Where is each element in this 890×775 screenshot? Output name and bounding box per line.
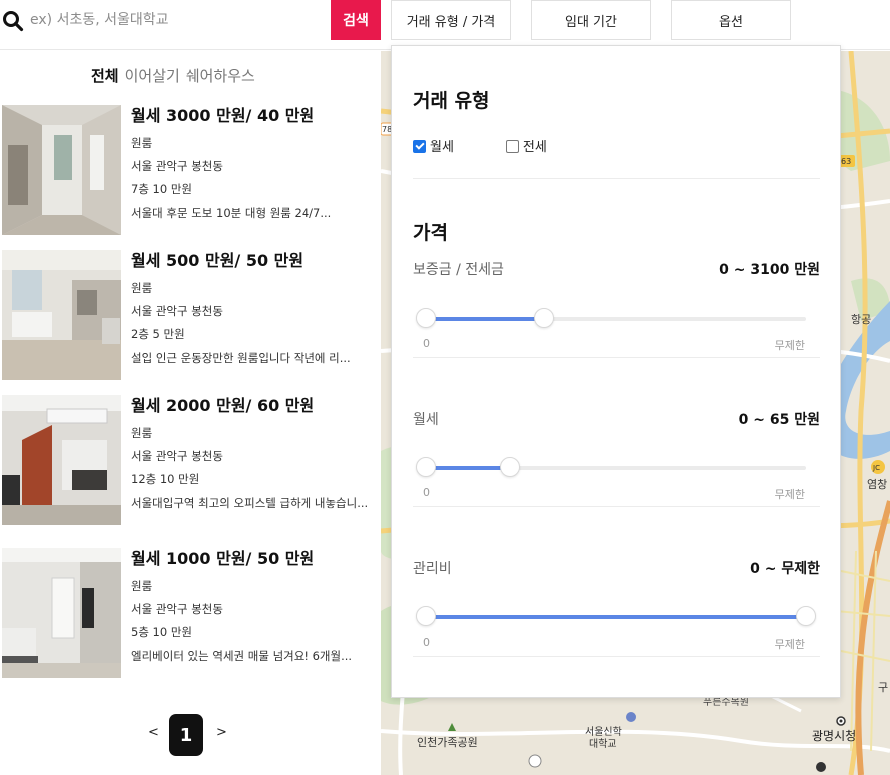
maintenance-value: 0 ~ 무제한	[750, 561, 820, 577]
jeonse-checkbox[interactable]	[505, 140, 519, 153]
search-icon[interactable]	[2, 10, 24, 32]
listing-price: 월세 1000 만원/ 50 만원	[131, 549, 315, 568]
maintenance-slider[interactable]	[416, 606, 816, 628]
map-label-park: 인천가족공원	[417, 735, 478, 749]
listing-tabs: 전체 이어살기 쉐어하우스	[91, 65, 255, 86]
listing-info: 월세 3000 만원/ 40 만원 원룸 서울 관악구 봉천동 7층 10 만원…	[131, 105, 376, 222]
pagination: < 1 >	[0, 713, 380, 757]
listing-address: 서울 관악구 봉천동	[131, 159, 223, 173]
listing-room-type: 원룸	[131, 281, 153, 295]
rent-min-handle[interactable]	[416, 457, 436, 477]
listing-photo[interactable]	[2, 548, 121, 678]
monthly-rent-label[interactable]: 월세	[430, 136, 454, 155]
deal-type-options: 월세 전세	[413, 136, 547, 155]
listing-address: 서울 관악구 봉천동	[131, 304, 223, 318]
search-input[interactable]	[30, 6, 320, 34]
rent-value: 0 ~ 65 만원	[738, 412, 820, 428]
maintenance-min-handle[interactable]	[416, 606, 436, 626]
monthly-rent-checkbox[interactable]	[413, 140, 426, 153]
listing-description: 설입 인근 운동장만한 원룸입니다 작년에 리...	[131, 351, 351, 365]
deposit-min-label: 0	[423, 337, 430, 350]
rent-max-label: 무제한	[774, 488, 805, 501]
listing-description: 서울대입구역 최고의 오피스텔 급하게 내놓습니...	[131, 496, 369, 510]
lease-period-filter-button[interactable]: 임대 기간	[531, 0, 651, 40]
map-label-yeomchang: 염창	[867, 478, 887, 491]
rent-row: 월세 0 ~ 65 만원	[413, 409, 820, 429]
listing-floor-fee: 2층 5 만원	[131, 327, 185, 341]
top-bar: 검색 거래 유형 / 가격 임대 기간 옵션	[0, 0, 890, 50]
maintenance-label: 관리비	[413, 561, 452, 577]
tab-all[interactable]: 전체	[91, 65, 119, 86]
rent-slider-fill	[426, 466, 510, 470]
tab-sharehouse[interactable]: 쉐어하우스	[186, 65, 255, 86]
price-heading: 가격	[413, 222, 448, 244]
deposit-row: 보증금 / 전세금 0 ~ 3100 만원	[413, 259, 820, 279]
listing-card[interactable]: 월세 1000 만원/ 50 만원 원룸 서울 관악구 봉천동 5층 10 만원…	[0, 548, 380, 680]
divider	[413, 357, 820, 358]
deal-type-price-dropdown: 거래 유형 월세 전세 가격 보증금 / 전세금 0 ~ 3100 만원 0 무…	[391, 45, 841, 698]
listing-description: 서울대 후문 도보 10분 대형 원룸 24/7...	[131, 206, 332, 220]
maintenance-row: 관리비 0 ~ 무제한	[413, 558, 820, 578]
divider	[413, 178, 820, 179]
rent-label: 월세	[413, 412, 439, 428]
divider	[413, 656, 820, 657]
divider	[413, 506, 820, 507]
listing-price: 월세 3000 만원/ 40 만원	[131, 106, 315, 125]
listing-floor-fee: 5층 10 만원	[131, 625, 193, 639]
listing-panel: 전체 이어살기 쉐어하우스 월세 3000 만원/ 40 만원 원룸 서울 관악…	[0, 51, 380, 775]
listing-card[interactable]: 월세 500 만원/ 50 만원 원룸 서울 관악구 봉천동 2층 5 만원 설…	[0, 250, 380, 382]
listing-info: 월세 500 만원/ 50 만원 원룸 서울 관악구 봉천동 2층 5 만원 설…	[131, 250, 376, 367]
deposit-slider-fill	[426, 317, 544, 321]
listing-card[interactable]: 월세 2000 만원/ 60 만원 원룸 서울 관악구 봉천동 12층 10 만…	[0, 395, 380, 527]
deal-type-heading: 거래 유형	[413, 90, 490, 112]
map-label-university: 서울신학	[585, 726, 622, 738]
deposit-max-label: 무제한	[774, 339, 805, 352]
search-button[interactable]: 검색	[331, 0, 381, 40]
maintenance-max-handle[interactable]	[796, 606, 816, 626]
deposit-max-handle[interactable]	[533, 308, 554, 328]
listing-info: 월세 2000 만원/ 60 만원 원룸 서울 관악구 봉천동 12층 10 만…	[131, 395, 376, 512]
map-road-63: 63	[841, 157, 851, 166]
listing-address: 서울 관악구 봉천동	[131, 449, 223, 463]
listing-price: 월세 2000 만원/ 60 만원	[131, 396, 315, 415]
listing-photo[interactable]	[2, 250, 121, 380]
deal-type-price-filter-button[interactable]: 거래 유형 / 가격	[391, 0, 511, 40]
options-filter-button[interactable]: 옵션	[671, 0, 791, 40]
next-page-button[interactable]: >	[216, 725, 227, 740]
tab-sublet[interactable]: 이어살기	[125, 65, 180, 86]
listing-floor-fee: 7층 10 만원	[131, 182, 193, 196]
listing-floor-fee: 12층 10 만원	[131, 472, 200, 486]
listing-info: 월세 1000 만원/ 50 만원 원룸 서울 관악구 봉천동 5층 10 만원…	[131, 548, 376, 665]
listing-address: 서울 관악구 봉천동	[131, 602, 223, 616]
map-label-hanggong: 항공	[851, 313, 871, 326]
jeonse-label[interactable]: 전세	[523, 136, 547, 155]
rent-slider[interactable]	[416, 457, 806, 479]
maintenance-slider-fill	[426, 615, 806, 619]
deposit-min-handle[interactable]	[416, 308, 436, 328]
deposit-value: 0 ~ 3100 만원	[719, 262, 820, 278]
listing-card[interactable]: 월세 3000 만원/ 40 만원 원룸 서울 관악구 봉천동 7층 10 만원…	[0, 105, 380, 237]
rent-max-handle[interactable]	[499, 457, 520, 477]
map-label-university-2: 대학교	[589, 738, 617, 750]
deposit-label: 보증금 / 전세금	[413, 262, 504, 278]
listing-room-type: 원룸	[131, 136, 153, 150]
map-label-city-hall: 광명시청	[812, 729, 856, 743]
listing-room-type: 원룸	[131, 426, 153, 440]
maintenance-max-label: 무제한	[774, 638, 805, 651]
rent-min-label: 0	[423, 486, 430, 499]
prev-page-button[interactable]: <	[148, 725, 159, 740]
maintenance-min-label: 0	[423, 636, 430, 649]
deposit-slider[interactable]	[416, 308, 806, 330]
map-jc-marker: JC	[872, 464, 880, 472]
listing-room-type: 원룸	[131, 579, 153, 593]
listing-photo[interactable]	[2, 395, 121, 525]
listing-price: 월세 500 만원/ 50 만원	[131, 251, 304, 270]
listing-description: 엘리베이터 있는 역세권 매물 넘겨요! 6개월...	[131, 649, 353, 663]
current-page-button[interactable]: 1	[169, 714, 203, 756]
map-label-gu: 구	[878, 681, 888, 694]
listing-photo[interactable]	[2, 105, 121, 235]
